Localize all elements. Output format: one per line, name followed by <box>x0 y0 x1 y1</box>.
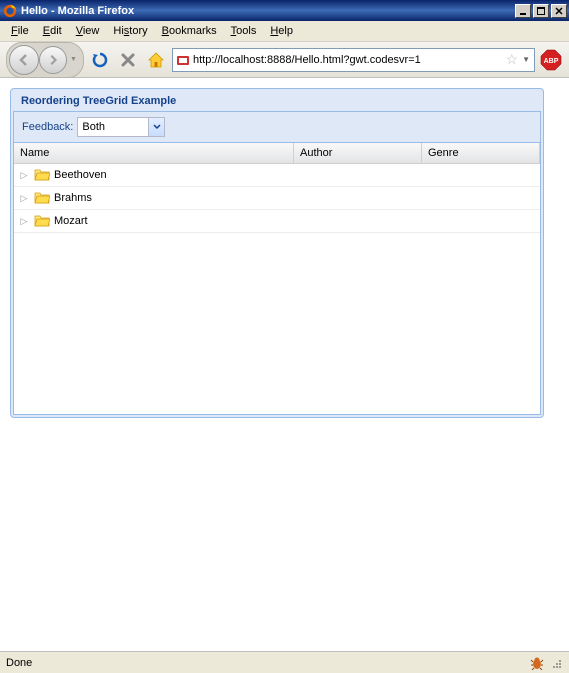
menu-file[interactable]: File <box>4 23 36 39</box>
combo-trigger[interactable] <box>148 118 164 136</box>
panel-body: Feedback: Name Author Genre ▷ <box>13 111 541 415</box>
url-input[interactable] <box>193 54 504 66</box>
treegrid-panel: Reordering TreeGrid Example Feedback: Na… <box>10 88 544 418</box>
folder-icon <box>34 190 50 206</box>
tree-row[interactable]: ▷ Brahms <box>14 187 540 210</box>
window-title: Hello - Mozilla Firefox <box>21 5 513 17</box>
status-text: Done <box>6 657 529 669</box>
panel-title: Reordering TreeGrid Example <box>11 89 543 111</box>
status-bar: Done <box>0 651 569 673</box>
resize-grip[interactable] <box>549 656 563 670</box>
menu-tools[interactable]: Tools <box>224 23 264 39</box>
menu-bar: File Edit View History Bookmarks Tools H… <box>0 21 569 42</box>
tree-label: Brahms <box>54 192 92 204</box>
grid-header: Name Author Genre <box>14 143 540 164</box>
column-genre[interactable]: Genre <box>422 143 540 163</box>
menu-key: V <box>76 25 83 37</box>
url-bar[interactable]: ☆ ▼ <box>172 48 535 72</box>
grid-body: ▷ Beethoven ▷ Brahms ▷ <box>14 164 540 414</box>
menu-help[interactable]: Help <box>263 23 300 39</box>
home-button[interactable] <box>144 48 168 72</box>
expand-icon[interactable]: ▷ <box>18 169 30 181</box>
menu-history[interactable]: History <box>106 23 154 39</box>
stop-button[interactable] <box>116 48 140 72</box>
svg-text:ABP: ABP <box>544 58 559 65</box>
tree-row[interactable]: ▷ Mozart <box>14 210 540 233</box>
adblock-icon[interactable]: ABP <box>539 48 563 72</box>
tree-label: Mozart <box>54 215 88 227</box>
menu-key: B <box>162 25 169 37</box>
window-controls <box>513 4 567 18</box>
menu-key: T <box>231 25 237 37</box>
page-content: Reordering TreeGrid Example Feedback: Na… <box>0 78 569 651</box>
folder-icon <box>34 167 50 183</box>
bookmark-star-icon[interactable]: ☆ <box>506 51 519 68</box>
expand-icon[interactable]: ▷ <box>18 215 30 227</box>
nav-history-dropdown[interactable]: ▼ <box>70 56 78 63</box>
forward-button[interactable] <box>39 46 67 74</box>
expand-icon[interactable]: ▷ <box>18 192 30 204</box>
tree-row[interactable]: ▷ Beethoven <box>14 164 540 187</box>
site-favicon <box>175 52 191 68</box>
menu-key: F <box>11 25 18 37</box>
menu-view[interactable]: View <box>69 23 107 39</box>
menu-edit[interactable]: Edit <box>36 23 69 39</box>
firebug-icon[interactable] <box>529 655 545 671</box>
feedback-label: Feedback: <box>22 121 73 133</box>
reload-button[interactable] <box>88 48 112 72</box>
navigation-toolbar: ▼ ☆ ▼ ABP <box>0 42 569 78</box>
menu-bookmarks[interactable]: Bookmarks <box>155 23 224 39</box>
nav-buttons-group: ▼ <box>6 42 84 78</box>
column-author[interactable]: Author <box>294 143 422 163</box>
back-button[interactable] <box>9 45 39 75</box>
folder-icon <box>34 213 50 229</box>
firefox-icon <box>2 3 18 19</box>
column-name[interactable]: Name <box>14 143 294 163</box>
minimize-button[interactable] <box>515 4 531 18</box>
menu-key: s <box>124 25 130 37</box>
menu-key: H <box>270 25 278 37</box>
maximize-button[interactable] <box>533 4 549 18</box>
window-titlebar: Hello - Mozilla Firefox <box>0 0 569 21</box>
close-button[interactable] <box>551 4 567 18</box>
tree-label: Beethoven <box>54 169 107 181</box>
url-dropdown[interactable]: ▼ <box>520 55 532 64</box>
menu-key: E <box>43 25 50 37</box>
feedback-combo[interactable] <box>77 117 165 137</box>
feedback-input[interactable] <box>78 121 148 133</box>
feedback-toolbar: Feedback: <box>14 112 540 143</box>
